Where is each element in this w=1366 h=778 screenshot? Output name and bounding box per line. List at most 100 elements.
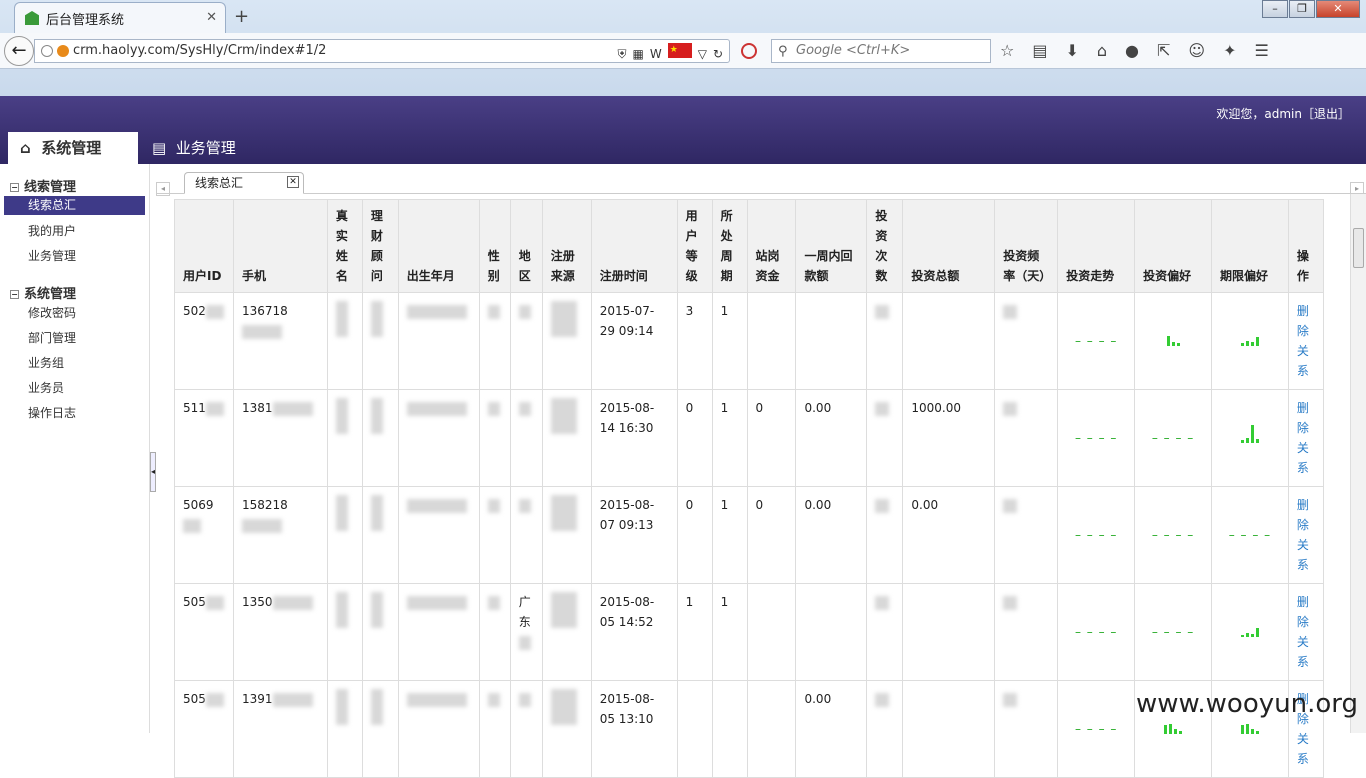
spark-bar	[1251, 634, 1254, 637]
sparkline-bars	[1164, 718, 1182, 734]
sidebar-item-business[interactable]: 业务管理	[0, 246, 149, 271]
spark-bar	[1246, 633, 1249, 637]
sparkline-cell: – – – –	[1058, 487, 1135, 584]
search-icon: ⚲	[778, 41, 788, 63]
table-cell	[995, 584, 1058, 681]
qr-icon[interactable]: ▦	[632, 43, 643, 65]
close-tab-icon[interactable]: ✕	[206, 10, 217, 25]
star-icon[interactable]: ☆	[1000, 41, 1014, 60]
delete-relation-link[interactable]: 删除关系	[1297, 398, 1311, 478]
chat-icon[interactable]: ☺	[1188, 41, 1205, 60]
table-cell: 0	[677, 390, 712, 487]
col-header: 注册时间	[591, 200, 677, 293]
share-icon[interactable]: ⇱	[1157, 41, 1170, 60]
home-icon[interactable]: ⌂	[1097, 41, 1107, 60]
spark-bar	[1177, 343, 1180, 346]
table-cell	[903, 681, 995, 778]
nav-tab-business[interactable]: ▤ 业务管理	[152, 132, 236, 164]
table-cell	[677, 681, 712, 778]
sparkline-cell	[1211, 390, 1288, 487]
table-cell: 1000.00	[903, 390, 995, 487]
sparkline-empty: – – – –	[1075, 625, 1117, 639]
sparkline-empty: – – – –	[1152, 431, 1194, 445]
welcome-text[interactable]: 欢迎您，admin［退出］	[1216, 105, 1350, 122]
table-cell: 2015-08-14 16:30	[591, 390, 677, 487]
new-tab-button[interactable]: +	[234, 6, 249, 27]
sparkline-cell	[1211, 584, 1288, 681]
addon-icon[interactable]: ●	[1125, 41, 1139, 60]
sidebar-item-my-users[interactable]: 我的用户	[0, 221, 149, 246]
nav-tab-system[interactable]: ⌂ 系统管理	[8, 132, 138, 164]
sparkline-cell: – – – –	[1211, 487, 1288, 584]
sparkline-empty: – – – –	[1229, 528, 1271, 542]
reader-icon[interactable]: ▤	[1032, 41, 1047, 60]
url-icons: ⛨ ▦ W ★ ▽ ↻	[617, 43, 723, 65]
toolbar-icons: ☆ ▤ ⬇ ⌂ ● ⇱ ☺ ✦ ☰	[1000, 41, 1269, 60]
table-cell	[903, 293, 995, 390]
search-input[interactable]: ⚲ Google <Ctrl+K>	[771, 39, 991, 63]
table-cell	[362, 487, 398, 584]
sidebar-item-leads-summary[interactable]: 线索总汇	[4, 196, 145, 215]
sidebar-group-leads[interactable]: −线索管理	[0, 164, 149, 196]
close-window-button[interactable]: ✕	[1316, 0, 1360, 18]
table-cell: 505	[175, 681, 234, 778]
table-cell	[362, 293, 398, 390]
table-cell: 502	[175, 293, 234, 390]
content-tab-leads[interactable]: 线索总汇 ✕	[184, 172, 304, 194]
table-cell: 505	[175, 584, 234, 681]
table-cell	[510, 390, 542, 487]
scroll-thumb[interactable]	[1353, 228, 1364, 268]
delete-relation-link[interactable]: 删除关系	[1297, 301, 1311, 381]
tab-scroll-left-icon[interactable]: ◂	[156, 182, 170, 196]
minimize-button[interactable]: –	[1262, 0, 1288, 18]
table-cell	[510, 487, 542, 584]
spark-bar	[1256, 628, 1259, 637]
sidebar-item-business-group[interactable]: 业务组	[0, 353, 149, 378]
sidebar-group-system[interactable]: −系统管理	[0, 271, 149, 303]
col-header: 用户等级	[677, 200, 712, 293]
dropdown-icon[interactable]: ▽	[698, 43, 707, 65]
menu-icon[interactable]: ☰	[1255, 41, 1269, 60]
table-cell: 2015-08-05 13:10	[591, 681, 677, 778]
sidebar-item-password[interactable]: 修改密码	[0, 303, 149, 328]
reload-icon[interactable]: ↻	[713, 43, 723, 65]
download-icon[interactable]: ⬇	[1065, 41, 1078, 60]
w-icon[interactable]: W	[650, 43, 662, 65]
back-button[interactable]: ←	[4, 36, 34, 66]
table-cell	[747, 584, 796, 681]
sidebar-item-salesperson[interactable]: 业务员	[0, 378, 149, 403]
table-cell: 158218	[233, 487, 327, 584]
browser-tab[interactable]: 后台管理系统 ✕	[14, 2, 226, 33]
table-cell: 1391	[233, 681, 327, 778]
close-tab-icon[interactable]: ✕	[287, 176, 299, 188]
table-cell	[479, 293, 510, 390]
sparkline-cell: – – – –	[1058, 390, 1135, 487]
table-cell: 2015-08-05 14:52	[591, 584, 677, 681]
sidebar-item-log[interactable]: 操作日志	[0, 403, 149, 428]
vertical-scrollbar[interactable]	[1350, 194, 1366, 733]
table-cell	[479, 487, 510, 584]
tab-bar: 后台管理系统 ✕ + – ❐ ✕	[0, 0, 1366, 33]
flag-icon[interactable]: ★	[668, 43, 692, 58]
table-cell: 1	[712, 487, 747, 584]
col-header: 投资次数	[867, 200, 903, 293]
delete-relation-link[interactable]: 删除关系	[1297, 592, 1311, 672]
col-header: 投资走势	[1058, 200, 1135, 293]
tab-title: 后台管理系统	[46, 9, 124, 28]
col-header: 地区	[510, 200, 542, 293]
table-cell	[747, 293, 796, 390]
sparkline-bars	[1241, 718, 1259, 734]
col-header: 投资偏好	[1135, 200, 1212, 293]
delete-relation-link[interactable]: 删除关系	[1297, 495, 1311, 575]
table-cell	[398, 584, 479, 681]
bug-icon[interactable]: ✦	[1223, 41, 1236, 60]
stop-icon[interactable]	[741, 43, 757, 59]
shield-icon[interactable]: ⛨	[617, 43, 626, 65]
address-bar[interactable]: crm.haolyy.com/SysHly/Crm/index#1/2 ⛨ ▦ …	[34, 39, 730, 63]
sidebar-item-department[interactable]: 部门管理	[0, 328, 149, 353]
maximize-button[interactable]: ❐	[1289, 0, 1315, 18]
col-header: 所处周期	[712, 200, 747, 293]
spark-bar	[1251, 729, 1254, 734]
sparkline-cell	[1135, 293, 1212, 390]
table-cell: 0.00	[796, 681, 867, 778]
